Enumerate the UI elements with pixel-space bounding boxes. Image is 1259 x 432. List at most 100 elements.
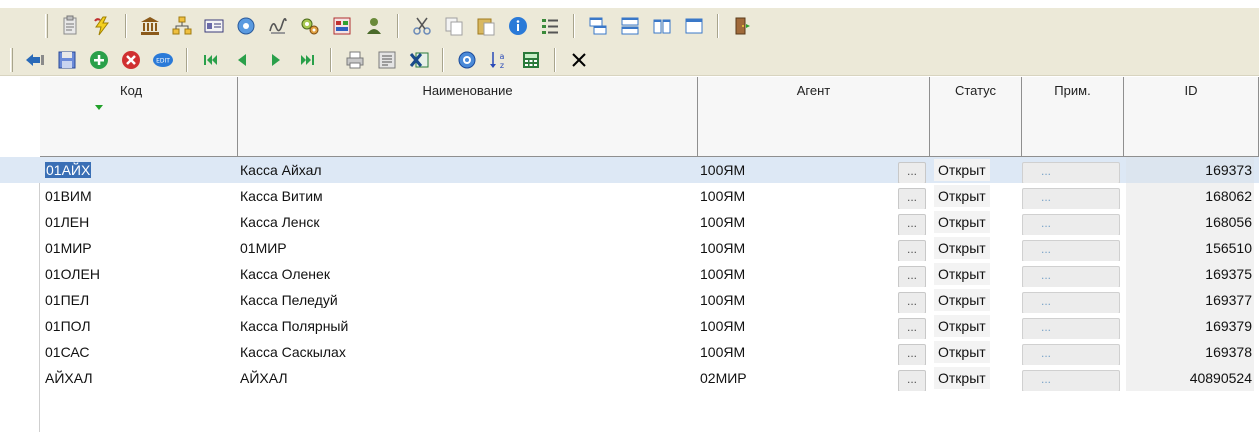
add-icon[interactable] [87,48,111,72]
note-button[interactable]: ... [1022,339,1122,365]
info-icon[interactable] [506,14,530,38]
toolbar-grip[interactable] [45,14,48,38]
note-button[interactable]: ... [1022,313,1122,339]
print-icon[interactable] [343,48,367,72]
excel-icon[interactable] [407,48,431,72]
cell-agent[interactable]: 100ЯМ [700,183,895,209]
cell-id[interactable]: 168056 [1126,209,1254,235]
cell-id[interactable]: 169379 [1126,313,1254,339]
cell-agent[interactable]: 100ЯМ [700,261,895,287]
save-icon[interactable] [55,48,79,72]
cell-status[interactable]: Открыт [934,339,1019,365]
column-header-code[interactable]: Код [40,77,238,157]
scissors-icon[interactable] [410,14,434,38]
cell-agent[interactable]: 100ЯМ [700,209,895,235]
cell-name[interactable]: АЙХАЛ [240,365,695,391]
cell-name[interactable]: Касса Ленск [240,209,695,235]
note-button[interactable]: ... [1022,287,1122,313]
clipboard-icon[interactable] [58,14,82,38]
sort-az-icon[interactable]: az [487,48,511,72]
table-row[interactable]: АЙХАЛ АЙХАЛ 02МИР ... Открыт ... 4089052… [0,365,1259,391]
globe-icon[interactable] [234,14,258,38]
cell-agent[interactable]: 100ЯМ [700,287,895,313]
delete-icon[interactable] [119,48,143,72]
agent-picker-button[interactable]: ... [898,157,928,183]
lightning-icon[interactable] [90,14,114,38]
cell-agent[interactable]: 100ЯМ [700,157,895,183]
cell-name[interactable]: 01МИР [240,235,695,261]
prev-record-icon[interactable] [231,48,255,72]
card-icon[interactable] [202,14,226,38]
table-row[interactable]: 01САС Касса Саскылах 100ЯМ ... Открыт ..… [0,339,1259,365]
edit-icon[interactable]: EDIT [151,48,175,72]
cell-name[interactable]: Касса Саскылах [240,339,695,365]
paste-icon[interactable] [474,14,498,38]
column-header-note[interactable]: Прим. [1022,77,1124,157]
cell-code[interactable]: 01ПОЛ [45,313,235,339]
cell-id[interactable]: 169377 [1126,287,1254,313]
cell-code[interactable]: 01ОЛЕН [45,261,235,287]
copy-icon[interactable] [442,14,466,38]
cell-agent[interactable]: 02МИР [700,365,895,391]
note-button[interactable]: ... [1022,157,1122,183]
cell-code[interactable]: 01САС [45,339,235,365]
table-row[interactable]: 01АЙХ Касса Айхал 100ЯМ ... Открыт ... 1… [0,157,1259,183]
cell-agent[interactable]: 100ЯМ [700,235,895,261]
cell-status[interactable]: Открыт [934,209,1019,235]
note-button[interactable]: ... [1022,365,1122,391]
note-button[interactable]: ... [1022,261,1122,287]
refresh-icon[interactable] [455,48,479,72]
column-header-agent[interactable]: Агент [698,77,930,157]
agent-picker-button[interactable]: ... [898,209,928,235]
tile-horizontal-icon[interactable] [586,14,610,38]
table-row[interactable]: 01ВИМ Касса Витим 100ЯМ ... Открыт ... 1… [0,183,1259,209]
column-header-id[interactable]: ID [1124,77,1259,157]
exit-door-icon[interactable] [730,14,754,38]
bank-icon[interactable] [138,14,162,38]
cell-code[interactable]: 01ПЕЛ [45,287,235,313]
people-icon[interactable] [362,14,386,38]
agent-picker-button[interactable]: ... [898,287,928,313]
note-button[interactable]: ... [1022,235,1122,261]
window-icon[interactable] [682,14,706,38]
last-record-icon[interactable] [295,48,319,72]
agent-picker-button[interactable]: ... [898,183,928,209]
table-row[interactable]: 01ОЛЕН Касса Оленек 100ЯМ ... Открыт ...… [0,261,1259,287]
cell-status[interactable]: Открыт [934,287,1019,313]
column-header-status[interactable]: Статус [930,77,1022,157]
first-record-icon[interactable] [199,48,223,72]
cell-status[interactable]: Открыт [934,313,1019,339]
tile-columns-icon[interactable] [650,14,674,38]
cell-name[interactable]: Касса Полярный [240,313,695,339]
note-button[interactable]: ... [1022,209,1122,235]
gears-icon[interactable] [298,14,322,38]
cell-agent[interactable]: 100ЯМ [700,339,895,365]
agent-picker-button[interactable]: ... [898,339,928,365]
cell-name[interactable]: Касса Айхал [240,157,695,183]
cell-code[interactable]: 01АЙХ [45,157,235,183]
cell-agent[interactable]: 100ЯМ [700,313,895,339]
cell-name[interactable]: Касса Витим [240,183,695,209]
table-row[interactable]: 01ПЕЛ Касса Пеледуй 100ЯМ ... Открыт ...… [0,287,1259,313]
cell-id[interactable]: 169373 [1126,157,1254,183]
cell-code[interactable]: АЙХАЛ [45,365,235,391]
cell-id[interactable]: 168062 [1126,183,1254,209]
close-icon[interactable] [567,48,591,72]
calculator-icon[interactable] [519,48,543,72]
cell-code[interactable]: 01ЛЕН [45,209,235,235]
cell-id[interactable]: 169375 [1126,261,1254,287]
table-row[interactable]: 01ПОЛ Касса Полярный 100ЯМ ... Открыт ..… [0,313,1259,339]
note-button[interactable]: ... [1022,183,1122,209]
cell-status[interactable]: Открыт [934,235,1019,261]
cell-id[interactable]: 169378 [1126,339,1254,365]
cell-status[interactable]: Открыт [934,261,1019,287]
structure-icon[interactable] [170,14,194,38]
cell-name[interactable]: Касса Оленек [240,261,695,287]
cell-id[interactable]: 156510 [1126,235,1254,261]
next-record-icon[interactable] [263,48,287,72]
table-row[interactable]: 01ЛЕН Касса Ленск 100ЯМ ... Открыт ... 1… [0,209,1259,235]
agent-picker-button[interactable]: ... [898,261,928,287]
toolbar-grip[interactable] [10,47,13,72]
cell-code[interactable]: 01МИР [45,235,235,261]
form-icon[interactable] [375,48,399,72]
